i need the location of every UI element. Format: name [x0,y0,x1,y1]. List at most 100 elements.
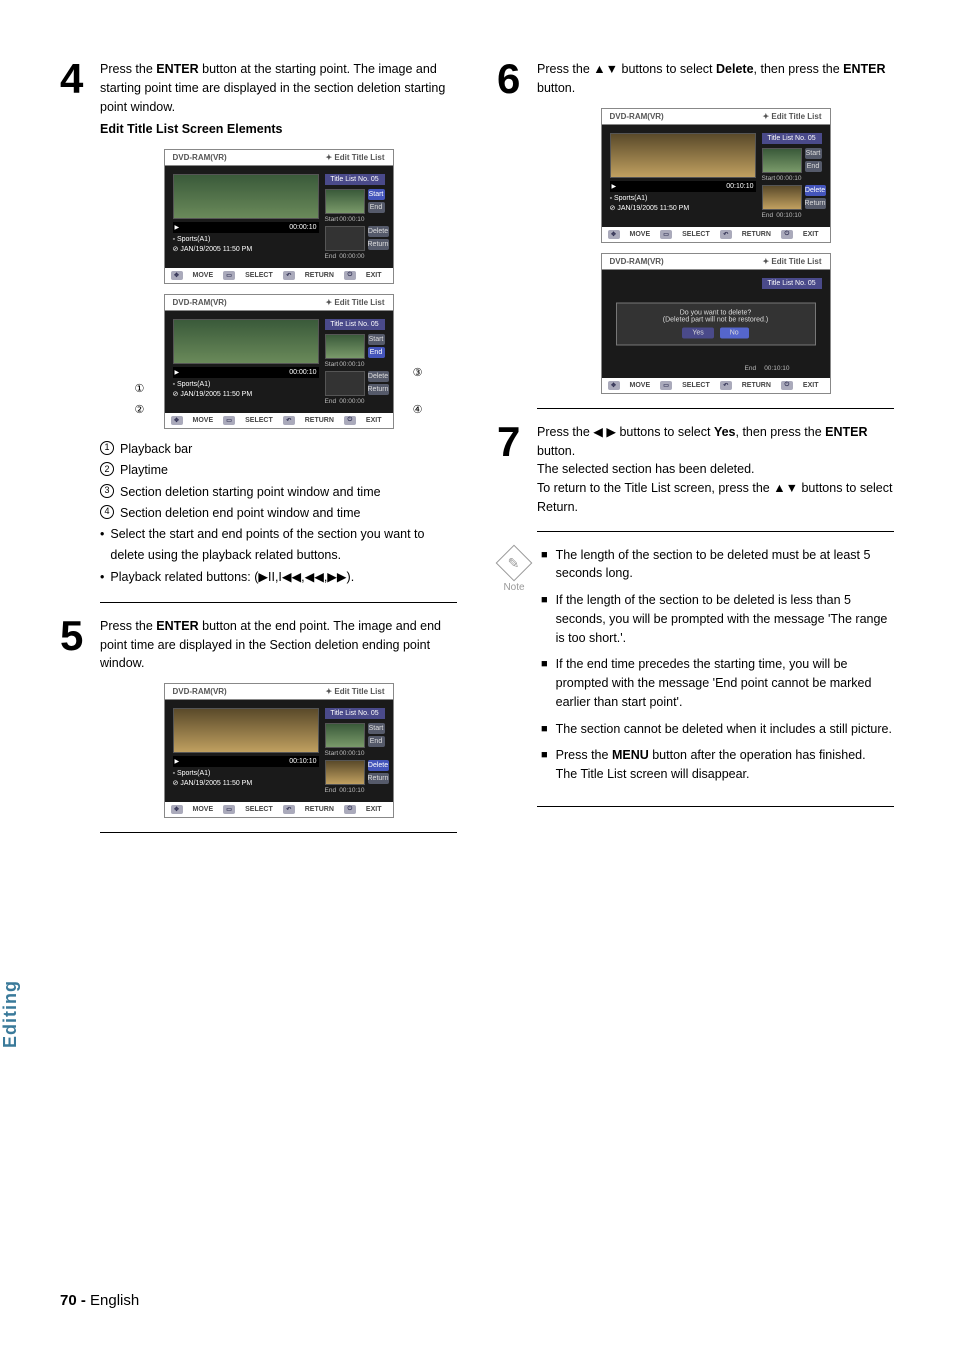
t: button at the end point. [199,619,330,633]
step-number: 4 [60,60,100,98]
f: EXIT [803,231,819,238]
step-body: Press the ◀ ▶ buttons to select Yes, the… [537,423,894,517]
select-icon: ▭ [660,230,672,239]
kw: ENTER [843,62,885,76]
note-list: ■The length of the section to be deleted… [541,546,894,792]
marker-3: ③ [413,366,423,379]
btn-return[interactable]: Return [805,198,826,209]
right-column: 6 Press the ▲▼ buttons to select Delete,… [497,60,894,847]
hdr-left: DVD-RAM(VR) [610,112,664,121]
marker-2: ② [135,403,145,416]
time: 00:10:10 [339,787,364,794]
step-number: 5 [60,617,100,655]
note-block: ✎ Note ■The length of the section to be … [497,546,894,792]
btn-return[interactable]: Return [368,384,389,395]
circ-1: 1 [100,441,114,455]
btn-start[interactable]: Start [368,334,385,345]
thumbnail [173,174,319,219]
btn-delete[interactable]: Delete [368,760,389,771]
f: SELECT [245,417,273,424]
t: Press the ◀ ▶ buttons to select [537,425,714,439]
time: 00:00:00 [339,398,364,405]
t: Playback bar [120,439,192,460]
yes-button[interactable]: Yes [682,327,713,338]
lbl: Start [762,175,776,182]
select-icon: ▭ [660,381,672,390]
hdr-right: ✦ Edit Title List [325,153,384,162]
btn-start[interactable]: Start [368,723,385,734]
move-icon: ✥ [608,381,620,390]
lbl: End [762,212,774,219]
thumbnail [610,133,756,178]
t: Press the [100,619,156,633]
square-bullet: ■ [541,721,548,738]
step-body: Press the ENTER button at the starting p… [100,60,457,139]
f: MOVE [193,806,214,813]
lbl: End [745,365,757,372]
hdr-left: DVD-RAM(VR) [173,687,227,696]
btn-return[interactable]: Return [368,773,389,784]
confirm-dialog: Do you want to delete? (Deleted part wil… [616,302,816,345]
btn-start[interactable]: Start [805,148,822,159]
exit-icon: ⏻ [781,381,793,390]
no-button[interactable]: No [720,327,749,338]
move-icon: ✥ [171,416,183,425]
title-no: Title List No. 05 [762,133,822,144]
kw: Delete [716,62,754,76]
return-icon: ↶ [283,805,295,814]
meta1: Sports(A1) [614,195,647,202]
t: The selected section has been deleted. [537,462,755,476]
t: Press the ▲▼ buttons to select [537,62,716,76]
hdr-right: ✦ Edit Title List [762,112,821,121]
f: SELECT [682,231,710,238]
step-number: 6 [497,60,537,98]
lbl: End [325,398,337,405]
select-icon: ▭ [223,271,235,280]
return-icon: ↶ [720,381,732,390]
f: EXIT [803,382,819,389]
thumb-start [325,334,365,359]
time: 00:00:10 [776,175,801,182]
title-no: Title List No. 05 [325,174,385,185]
thumb-start [762,148,802,173]
btn-start[interactable]: Start [368,189,385,200]
square-bullet: ■ [541,656,548,673]
separator [537,531,894,532]
f: RETURN [305,272,334,279]
step-6: 6 Press the ▲▼ buttons to select Delete,… [497,60,894,98]
t: Press the [100,62,156,76]
hdr-right: ✦ Edit Title List [325,298,384,307]
page-number: 70 - English [60,1292,139,1309]
thumbnail [173,708,319,753]
legend-list: 1Playback bar 2Playtime 3Section deletio… [100,439,457,588]
separator [537,806,894,807]
lbl: End [325,253,337,260]
f: EXIT [366,272,382,279]
btn-return[interactable]: Return [368,239,389,250]
title-no: Title List No. 05 [762,278,822,289]
f: RETURN [305,417,334,424]
btn-end[interactable]: End [368,202,385,213]
circ-3: 3 [100,484,114,498]
btn-delete[interactable]: Delete [368,371,389,382]
btn-end[interactable]: End [805,161,822,172]
separator [537,408,894,409]
btn-end[interactable]: End [368,736,385,747]
time: 00:00:10 [339,361,364,368]
exit-icon: ⏻ [781,230,793,239]
f: MOVE [193,417,214,424]
btn-delete[interactable]: Delete [805,185,826,196]
t: Select the start and end points of the s… [110,524,457,567]
btn-end[interactable]: End [368,347,385,358]
f: EXIT [366,806,382,813]
screen-edit-title-e: DVD-RAM(VR) ✦ Edit Title List Title List… [601,253,831,394]
f: SELECT [682,382,710,389]
bar-time: 00:00:10 [289,369,316,376]
play-icon: ▶ [175,369,180,376]
btn-delete[interactable]: Delete [368,226,389,237]
thumb-start [325,189,365,214]
meta2: JAN/19/2005 11:50 PM [180,391,252,398]
square-bullet: ■ [541,547,548,564]
t: Section deletion end point window and ti… [120,503,360,524]
step-7: 7 Press the ◀ ▶ buttons to select Yes, t… [497,423,894,517]
